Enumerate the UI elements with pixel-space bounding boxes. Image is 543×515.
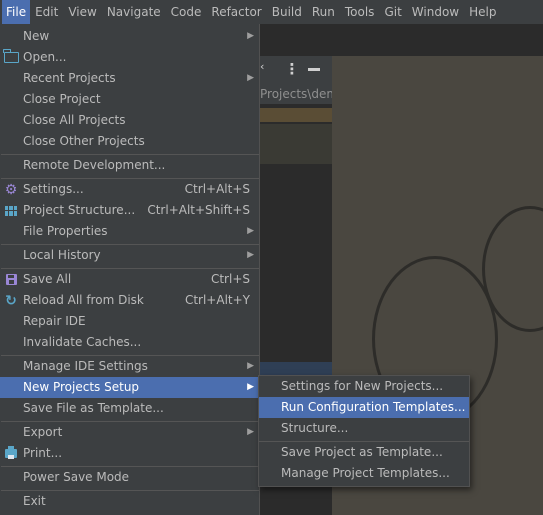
menu-item-repair-ide[interactable]: Repair IDE xyxy=(0,311,259,332)
menu-item-settings[interactable]: ⚙ Settings... Ctrl+Alt+S xyxy=(0,179,259,200)
menu-item-label: Reload All from Disk xyxy=(23,293,144,307)
menu-edit[interactable]: Edit xyxy=(30,0,63,24)
menu-file[interactable]: File xyxy=(2,0,31,24)
menu-item-label: Local History xyxy=(23,248,101,262)
menu-item-export[interactable]: Export ▶ xyxy=(0,422,259,443)
submenu-arrow-icon: ▶ xyxy=(247,226,254,236)
menu-item-label: Save Project as Template... xyxy=(281,445,443,459)
folder-icon xyxy=(3,47,19,68)
editor-strip xyxy=(260,124,332,164)
submenu-item-run-configuration-templates[interactable]: Run Configuration Templates... xyxy=(259,397,469,418)
submenu-item-save-project-as-template[interactable]: Save Project as Template... xyxy=(259,442,469,463)
menu-item-reload-all-from-disk[interactable]: ↻ Reload All from Disk Ctrl+Alt+Y xyxy=(0,290,259,311)
submenu-arrow-icon: ▶ xyxy=(247,361,254,371)
menu-item-label: Save File as Template... xyxy=(23,401,164,415)
project-path-text: Projects\dem xyxy=(260,84,332,104)
menu-item-save-all[interactable]: Save All Ctrl+S xyxy=(0,269,259,290)
menu-item-shortcut: Ctrl+Alt+S xyxy=(184,182,250,196)
print-icon xyxy=(3,443,19,464)
tool-window-toolbar: ‹ ⋮ xyxy=(260,56,332,85)
menu-build[interactable]: Build xyxy=(267,0,307,24)
menu-item-label: Recent Projects xyxy=(23,71,116,85)
menu-item-label: Project Structure... xyxy=(23,203,136,217)
submenu-arrow-icon: ▶ xyxy=(247,427,254,437)
gear-icon: ⚙ xyxy=(4,181,18,198)
menu-item-print[interactable]: Print... xyxy=(0,443,259,464)
submenu-arrow-icon: ▶ xyxy=(247,250,254,260)
menu-item-shortcut: Ctrl+S xyxy=(210,272,250,286)
menu-item-label: File Properties xyxy=(23,224,108,238)
menu-item-label: Repair IDE xyxy=(23,314,86,328)
submenu-arrow-icon: ▶ xyxy=(247,73,254,83)
menu-item-label: New Projects Setup xyxy=(23,380,140,394)
menu-item-label: Exit xyxy=(23,494,46,508)
submenu-arrow-icon: ▶ xyxy=(247,382,254,392)
menu-item-close-all-projects[interactable]: Close All Projects xyxy=(0,110,259,131)
menu-item-invalidate-caches[interactable]: Invalidate Caches... xyxy=(0,332,259,353)
editor-strip xyxy=(260,108,332,122)
menu-item-shortcut: Ctrl+Alt+Shift+S xyxy=(147,203,250,217)
menu-run[interactable]: Run xyxy=(307,0,340,24)
new-projects-setup-submenu: Settings for New Projects... Run Configu… xyxy=(258,375,470,487)
menu-item-label: Run Configuration Templates... xyxy=(281,400,466,414)
menu-item-label: Close Project xyxy=(23,92,101,106)
project-structure-icon xyxy=(3,200,19,221)
menu-item-recent-projects[interactable]: Recent Projects ▶ xyxy=(0,68,259,89)
menu-item-exit[interactable]: Exit xyxy=(0,491,259,512)
menu-git[interactable]: Git xyxy=(379,0,406,24)
menu-item-label: Save All xyxy=(23,272,72,286)
menu-item-label: Open... xyxy=(23,50,67,64)
menu-item-label: Settings for New Projects... xyxy=(281,379,444,393)
menu-item-label: Print... xyxy=(23,446,63,460)
menu-item-label: Manage IDE Settings xyxy=(23,359,148,373)
menu-item-power-save-mode[interactable]: Power Save Mode xyxy=(0,467,259,488)
menu-item-open[interactable]: Open... xyxy=(0,47,259,68)
menu-item-new-projects-setup[interactable]: New Projects Setup ▶ xyxy=(0,377,259,398)
menu-view[interactable]: View xyxy=(63,0,101,24)
menu-item-project-structure[interactable]: Project Structure... Ctrl+Alt+Shift+S xyxy=(0,200,259,221)
menu-item-manage-ide-settings[interactable]: Manage IDE Settings ▶ xyxy=(0,356,259,377)
submenu-item-structure[interactable]: Structure... xyxy=(259,418,469,439)
menu-code[interactable]: Code xyxy=(166,0,207,24)
reload-icon: ↻ xyxy=(5,292,17,309)
menu-item-save-file-as-template[interactable]: Save File as Template... xyxy=(0,398,259,419)
hide-icon[interactable] xyxy=(308,68,320,71)
main-menu-bar: File Edit View Navigate Code Refactor Bu… xyxy=(0,0,543,24)
menu-item-local-history[interactable]: Local History ▶ xyxy=(0,245,259,266)
menu-item-label: Manage Project Templates... xyxy=(281,466,450,480)
menu-item-close-project[interactable]: Close Project xyxy=(0,89,259,110)
menu-item-shortcut: Ctrl+Alt+Y xyxy=(184,293,250,307)
submenu-item-manage-project-templates[interactable]: Manage Project Templates... xyxy=(259,463,469,484)
save-icon xyxy=(3,269,19,290)
menu-tools[interactable]: Tools xyxy=(340,0,380,24)
menu-item-label: Close Other Projects xyxy=(23,134,145,148)
menu-item-new[interactable]: New ▶ xyxy=(0,26,259,47)
menu-item-label: Structure... xyxy=(281,421,349,435)
menu-navigate[interactable]: Navigate xyxy=(102,0,166,24)
menu-item-label: Close All Projects xyxy=(23,113,126,127)
menu-item-label: Remote Development... xyxy=(23,158,166,172)
menu-item-label: Settings... xyxy=(23,182,84,196)
menu-item-label: Power Save Mode xyxy=(23,470,130,484)
menu-item-file-properties[interactable]: File Properties ▶ xyxy=(0,221,259,242)
chevron-icon[interactable]: ‹ xyxy=(260,61,266,72)
submenu-arrow-icon: ▶ xyxy=(247,31,254,41)
menu-window[interactable]: Window xyxy=(407,0,464,24)
menu-item-label: New xyxy=(23,29,50,43)
menu-item-close-other-projects[interactable]: Close Other Projects xyxy=(0,131,259,152)
file-menu-dropdown: New ▶ Open... Recent Projects ▶ Close Pr… xyxy=(0,24,260,515)
menu-item-remote-development[interactable]: Remote Development... xyxy=(0,155,259,176)
menu-item-label: Export xyxy=(23,425,63,439)
submenu-item-settings-for-new-projects[interactable]: Settings for New Projects... xyxy=(259,376,469,397)
menu-item-label: Invalidate Caches... xyxy=(23,335,142,349)
menu-refactor[interactable]: Refactor xyxy=(206,0,266,24)
more-options-icon[interactable]: ⋮ xyxy=(284,60,300,78)
menu-help[interactable]: Help xyxy=(464,0,501,24)
